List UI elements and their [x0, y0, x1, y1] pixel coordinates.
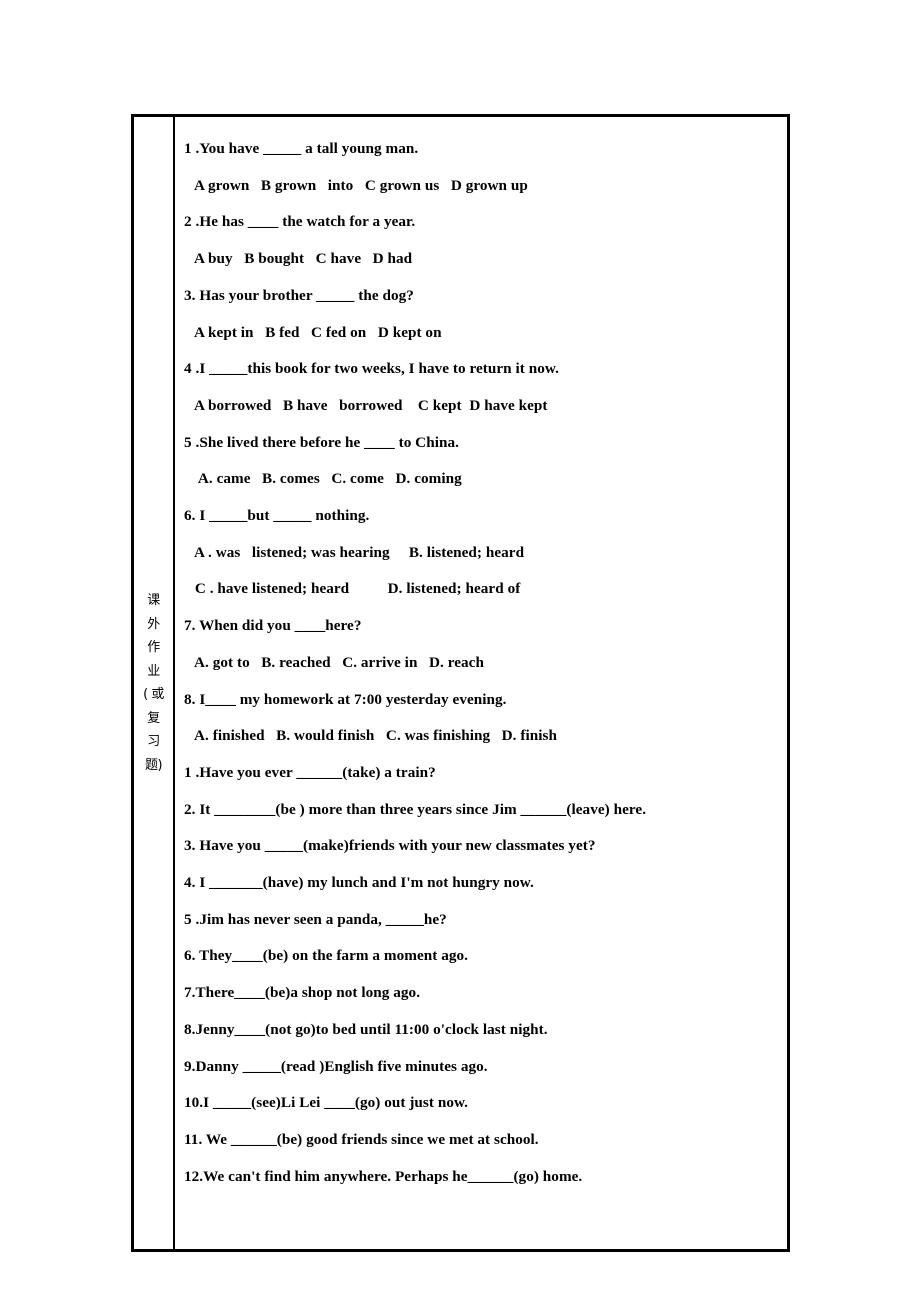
- fill-blank-line: 2. It ________(be ) more than three year…: [184, 800, 647, 818]
- question-line: 3. Has your brother _____ the dog?: [184, 286, 414, 304]
- option-line: A kept in B fed C fed on D kept on: [191, 323, 442, 341]
- sidebar-char-3: 业: [147, 663, 160, 679]
- sidebar-label-cell: 课 外 作 业 ( 或 复 习 题): [134, 117, 175, 1249]
- option-line: C . have listened; heard D. listened; he…: [191, 580, 521, 598]
- sidebar-char-6: 习: [147, 734, 160, 749]
- worksheet-table: 课 外 作 业 ( 或 复 习 题) 1 .You have _____ a t…: [131, 114, 790, 1252]
- sidebar-char-1: 外: [147, 616, 160, 632]
- option-line: A buy B bought C have D had: [191, 250, 413, 268]
- fill-blank-line: 3. Have you _____(make)friends with your…: [184, 837, 596, 855]
- option-line: A. finished B. would finish C. was finis…: [191, 727, 557, 745]
- fill-blank-line: 1 .Have you ever ______(take) a train?: [184, 763, 436, 781]
- option-line: A. got to B. reached C. arrive in D. rea…: [191, 653, 484, 671]
- option-line: A . was listened; was hearing B. listene…: [191, 543, 525, 561]
- fill-blank-line: 4. I _______(have) my lunch and I'm not …: [184, 874, 534, 892]
- document-page: 课 外 作 业 ( 或 复 习 题) 1 .You have _____ a t…: [0, 0, 920, 1302]
- sidebar-char-7: 题): [144, 757, 163, 773]
- sidebar-char-5: 复: [147, 710, 160, 726]
- option-line: A grown B grown into C grown us D grown …: [191, 176, 528, 194]
- sidebar-char-0: 课: [147, 593, 160, 608]
- question-line: 6. I _____but _____ nothing.: [184, 507, 370, 525]
- fill-blank-line: 10.I _____(see)Li Lei ____(go) out just …: [184, 1094, 469, 1112]
- fill-blank-line: 9.Danny _____(read )English five minutes…: [184, 1057, 488, 1075]
- worksheet-content-cell: 1 .You have _____ a tall young man. A gr…: [175, 117, 787, 1249]
- fill-blank-line: 11. We ______(be) good friends since we …: [184, 1130, 539, 1148]
- question-line: 8. I____ my homework at 7:00 yesterday e…: [184, 690, 507, 708]
- option-line: A borrowed B have borrowed C kept D have…: [191, 396, 548, 414]
- fill-blank-line: 5 .Jim has never seen a panda, _____he?: [184, 910, 447, 928]
- question-line: 5 .She lived there before he ____ to Chi…: [184, 433, 459, 451]
- question-line: 2 .He has ____ the watch for a year.: [184, 213, 416, 231]
- option-line: A. came B. comes C. come D. coming: [191, 470, 462, 488]
- sidebar-char-4: ( 或: [143, 687, 164, 702]
- fill-blank-line: 7.There____(be)a shop not long ago.: [184, 984, 421, 1002]
- fill-blank-line: 6. They____(be) on the farm a moment ago…: [184, 947, 468, 965]
- question-line: 1 .You have _____ a tall young man.: [184, 140, 419, 157]
- fill-blank-line: 12.We can't find him anywhere. Perhaps h…: [184, 1167, 583, 1185]
- question-line: 4 .I _____this book for two weeks, I hav…: [184, 360, 559, 378]
- sidebar-char-2: 作: [147, 640, 160, 655]
- fill-blank-line: 8.Jenny____(not go)to bed until 11:00 o'…: [184, 1020, 548, 1038]
- question-line: 7. When did you ____here?: [184, 617, 362, 635]
